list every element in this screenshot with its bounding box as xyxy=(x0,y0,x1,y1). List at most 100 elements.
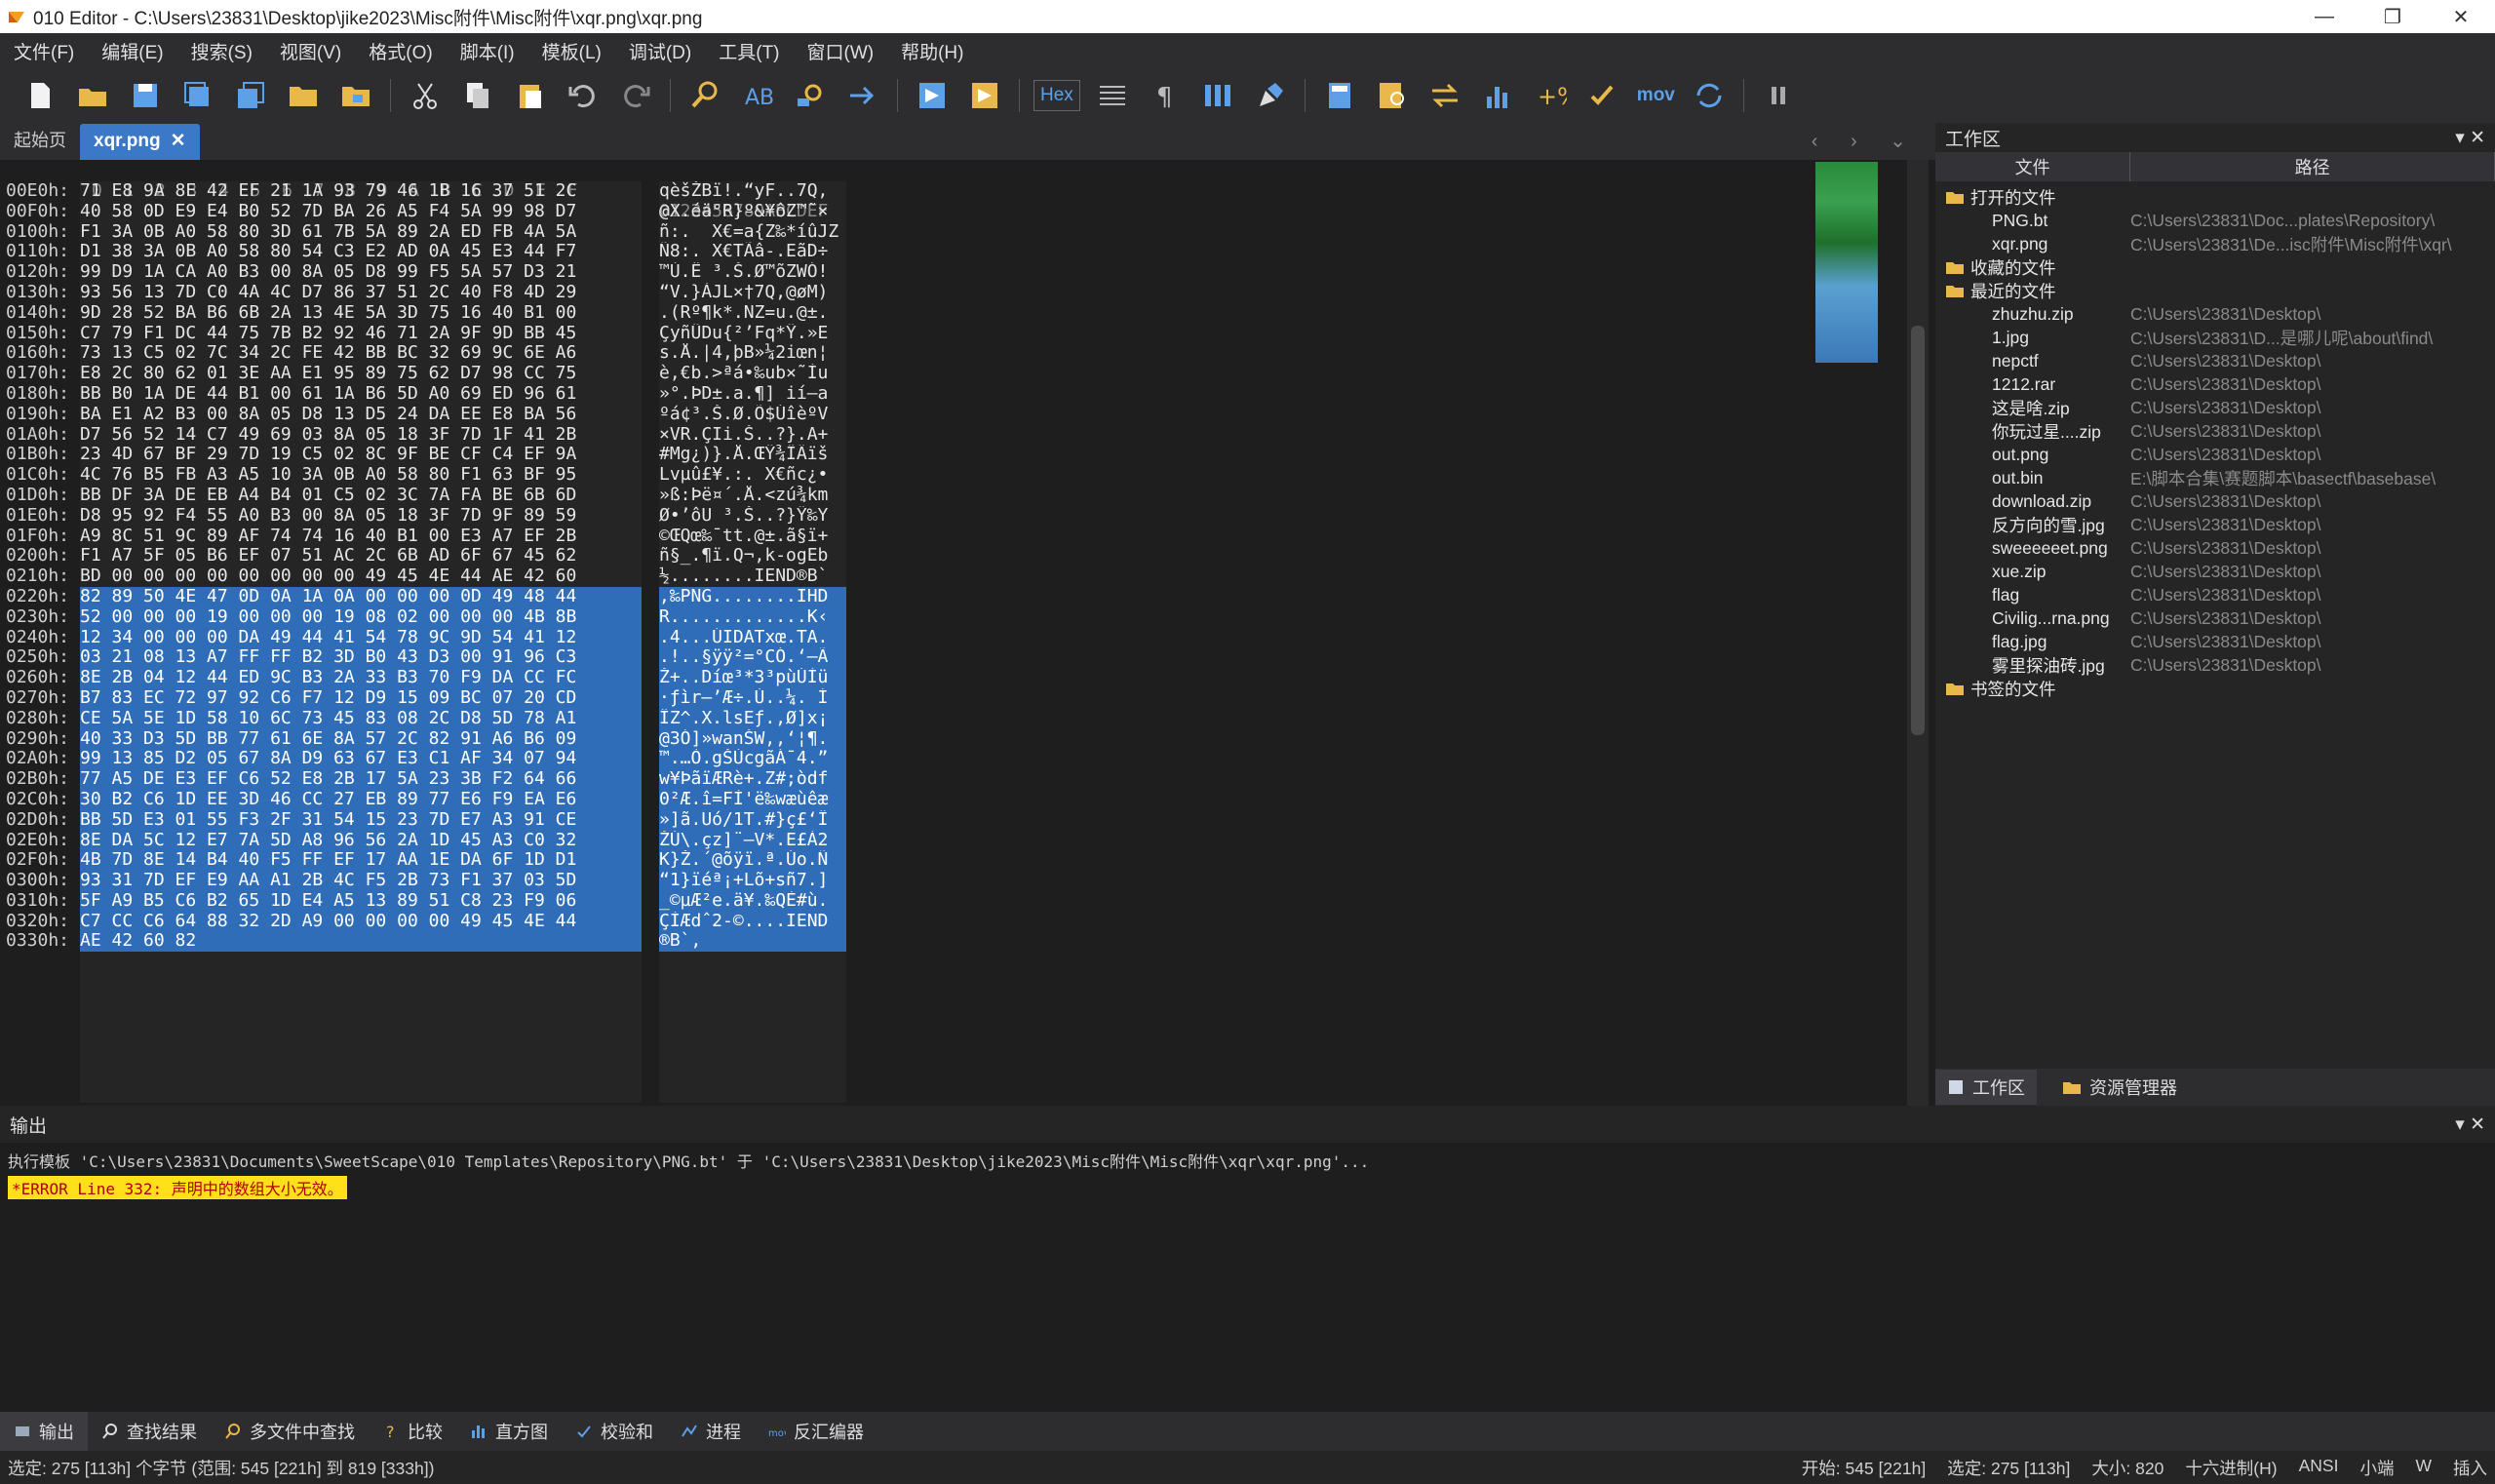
workspace-controls[interactable]: ▾ ✕ xyxy=(2455,127,2485,149)
workspace-file-item[interactable]: sweeeeeet.png C:\Users\23831\Desktop\ xyxy=(1935,536,2495,560)
row-hex-bytes[interactable]: 71 E8 9A 8E 42 EF 21 1A 93 79 46 1B 16 3… xyxy=(80,180,642,202)
minimize-button[interactable]: — xyxy=(2290,0,2359,33)
save-all-icon[interactable] xyxy=(231,76,270,115)
row-ascii[interactable]: Ñ8:. X€TÃâ-.EãD÷ xyxy=(659,242,846,262)
row-ascii[interactable]: ™Ù.Ê ³.Š.Ø™õZWÓ! xyxy=(659,262,846,283)
row-ascii[interactable]: .4...ÚIDATxœ.TA. xyxy=(659,627,846,648)
row-ascii[interactable]: #Mg¿)}.Å.ŒŸ¾ÏÄïš xyxy=(659,445,846,465)
tab-workspace[interactable]: 工作区 xyxy=(1935,1070,2037,1105)
menu-tools[interactable]: 工具(T) xyxy=(705,38,793,64)
row-ascii[interactable]: ½........IEND®B` xyxy=(659,566,846,587)
row-hex-bytes[interactable]: BB 5D E3 01 55 F3 2F 31 54 15 23 7D E7 A… xyxy=(80,809,642,831)
replace-icon[interactable]: AB xyxy=(738,76,777,115)
menu-window[interactable]: 窗口(W) xyxy=(794,38,888,64)
row-ascii[interactable]: s.Å.|4,þB»¼2iœn¦ xyxy=(659,343,846,364)
tab-start-page[interactable]: 起始页 xyxy=(0,127,80,160)
row-hex-bytes[interactable]: E8 2C 80 62 01 3E AA E1 95 89 75 62 D7 9… xyxy=(80,363,642,384)
workspace-file-item[interactable]: xue.zip C:\Users\23831\Desktop\ xyxy=(1935,560,2495,583)
workspace-file-item[interactable]: Civilig...rna.png C:\Users\23831\Desktop\ xyxy=(1935,606,2495,630)
row-ascii[interactable]: .(Rº¶k*.NZ=u.@±. xyxy=(659,303,846,324)
row-hex-bytes[interactable]: F1 A7 5F 05 B6 EF 07 51 AC 2C 6B AD 6F 6… xyxy=(80,546,642,566)
run-script-icon[interactable] xyxy=(913,76,952,115)
tab-histogram[interactable]: 直方图 xyxy=(456,1419,562,1444)
row-hex-bytes[interactable]: D8 95 92 F4 55 A0 B3 00 8A 05 18 3F 7D 9… xyxy=(80,505,642,527)
row-hex-bytes[interactable]: D1 38 3A 0B A0 58 80 54 C3 E2 AD 0A 45 E… xyxy=(80,242,642,262)
row-ascii[interactable]: ñ§_.¶ï.Q¬,k-ogEb xyxy=(659,546,846,566)
row-hex-bytes[interactable]: 77 A5 DE E3 EF C6 52 E8 2B 17 5A 23 3B F… xyxy=(80,768,642,790)
base-converter-icon[interactable] xyxy=(1690,76,1729,115)
row-ascii[interactable]: Ø•’ôU ³.Š..?}Ÿ‰Y xyxy=(659,506,846,527)
status-encoding[interactable]: ANSI xyxy=(2299,1456,2339,1480)
menu-help[interactable]: 帮助(H) xyxy=(887,38,977,64)
workspace-file-item[interactable]: xqr.png C:\Users\23831\De...isc附件\Misc附件\… xyxy=(1935,232,2495,255)
workspace-file-item[interactable]: download.zip C:\Users\23831\Desktop\ xyxy=(1935,489,2495,513)
hex-mode-button[interactable]: Hex xyxy=(1033,80,1080,111)
tab-explorer[interactable]: 资源管理器 xyxy=(2050,1070,2189,1105)
workspace-file-item[interactable]: zhuzhu.zip C:\Users\23831\Desktop\ xyxy=(1935,302,2495,326)
workspace-file-item[interactable]: 这是啥.zip C:\Users\23831\Desktop\ xyxy=(1935,396,2495,419)
workspace-file-item[interactable]: flag C:\Users\23831\Desktop\ xyxy=(1935,583,2495,606)
row-ascii[interactable]: K}Ž.´@õÿï.ª.Úo.Ñ xyxy=(659,850,846,872)
row-ascii[interactable]: qèšŽBï!.“yF..7Q, xyxy=(659,181,846,202)
open-folder-icon[interactable] xyxy=(73,76,112,115)
maximize-button[interactable]: ❐ xyxy=(2359,0,2427,33)
row-ascii[interactable]: ÇÌÆdˆ2-©....IEND xyxy=(659,911,846,932)
status-w[interactable]: W xyxy=(2415,1456,2432,1480)
row-hex-bytes[interactable]: 82 89 50 4E 47 0D 0A 1A 0A 00 00 00 0D 4… xyxy=(80,586,642,607)
row-hex-bytes[interactable]: BB DF 3A DE EB A4 B4 01 C5 02 3C 7A FA B… xyxy=(80,485,642,506)
menu-search[interactable]: 搜索(S) xyxy=(177,38,266,64)
find-in-files-icon[interactable] xyxy=(791,76,830,115)
row-ascii[interactable]: ®B`, xyxy=(659,931,846,953)
row-ascii[interactable]: @3Ó]»wanŠW,‚‘¦¶. xyxy=(659,728,846,750)
row-hex-bytes[interactable]: 93 31 7D EF E9 AA A1 2B 4C F5 2B 73 F1 3… xyxy=(80,870,642,891)
workspace-file-item[interactable]: flag.jpg C:\Users\23831\Desktop\ xyxy=(1935,630,2495,653)
histogram-icon[interactable] xyxy=(1478,76,1517,115)
save-icon[interactable] xyxy=(126,76,165,115)
redo-icon[interactable] xyxy=(616,76,655,115)
workspace-file-item[interactable]: PNG.bt C:\Users\23831\Doc...plates\Reposi… xyxy=(1935,209,2495,232)
percent-icon[interactable]: +% xyxy=(1531,76,1570,115)
tab-output[interactable]: 输出 xyxy=(0,1412,88,1451)
tab-checksum[interactable]: 校验和 xyxy=(562,1419,667,1444)
copy-icon[interactable] xyxy=(458,76,497,115)
tab-find-in-files[interactable]: 多文件中查找 xyxy=(211,1419,369,1444)
row-hex-bytes[interactable]: 99 13 85 D2 05 67 8A D9 63 67 E3 C1 AF 3… xyxy=(80,749,642,770)
row-hex-bytes[interactable]: C7 CC C6 64 88 32 2D A9 00 00 00 00 49 4… xyxy=(80,911,642,932)
tree-bookmarks[interactable]: 书签的文件 xyxy=(1935,677,2495,700)
row-ascii[interactable]: ñ:. X€=a{Z‰*íûJZ xyxy=(659,222,846,243)
row-ascii[interactable]: “1}ïéª¡+Lõ+sñ7.] xyxy=(659,871,846,891)
menu-edit[interactable]: 编辑(E) xyxy=(88,38,176,64)
open-folder-alt-icon[interactable] xyxy=(284,76,323,115)
new-file-icon[interactable] xyxy=(20,76,59,115)
tab-process[interactable]: 进程 xyxy=(667,1419,755,1444)
row-ascii[interactable]: ,‰PNG........IHD xyxy=(659,586,846,607)
vertical-scrollbar[interactable] xyxy=(1907,160,1929,1106)
row-ascii[interactable]: “V.}ÀJL×†7Q,@øM) xyxy=(659,283,846,303)
row-hex-bytes[interactable]: D7 56 52 14 C7 49 69 03 8A 05 18 3F 7D 1… xyxy=(80,424,642,446)
row-hex-bytes[interactable]: 73 13 C5 02 7C 34 2C FE 42 BB BC 32 69 9… xyxy=(80,343,642,364)
status-endian[interactable]: 小端 xyxy=(2359,1456,2394,1480)
row-ascii[interactable]: ŽÚ\.çz]¨–V*.E£À2 xyxy=(659,830,846,851)
row-ascii[interactable]: 0²Æ.î=FÌ'ë‰wæùêæ xyxy=(659,789,846,810)
row-hex-bytes[interactable]: 5F A9 B5 C6 B2 65 1D E4 A5 13 89 51 C8 2… xyxy=(80,890,642,912)
save-as-icon[interactable] xyxy=(178,76,217,115)
scrollbar-thumb[interactable] xyxy=(1911,326,1925,735)
output-error[interactable]: *ERROR Line 332: 声明中的数组大小无效。 xyxy=(8,1176,347,1199)
column-header-file[interactable]: 文件 xyxy=(1935,152,2131,181)
row-ascii[interactable]: @X.éä°R}º&¥ôZ™˜× xyxy=(659,202,846,222)
row-ascii[interactable]: »ß:Þë¤´.Å.<zú¾km xyxy=(659,486,846,506)
workspace-folder-icon[interactable] xyxy=(336,76,375,115)
row-hex-bytes[interactable]: BA E1 A2 B3 00 8A 05 D8 13 D5 24 DA EE E… xyxy=(80,404,642,425)
tab-compare[interactable]: ? 比较 xyxy=(369,1419,456,1444)
paste-icon[interactable] xyxy=(511,76,550,115)
columns-icon[interactable] xyxy=(1198,76,1237,115)
row-ascii[interactable]: Lvµû£¥.:. X€ñc¿• xyxy=(659,465,846,486)
minimap[interactable] xyxy=(1815,162,1878,363)
workspace-file-item[interactable]: 1212.rar C:\Users\23831\Desktop\ xyxy=(1935,372,2495,396)
row-ascii[interactable]: ºá¢³.Š.Ø.Õ$ÚîèºV xyxy=(659,405,846,425)
row-ascii[interactable]: R.............K‹ xyxy=(659,606,846,628)
row-ascii[interactable]: ÎZ^.X.lsEƒ.,Ø]x¡ xyxy=(659,708,846,729)
workspace-file-item[interactable]: 雾里探油砖.jpg C:\Users\23831\Desktop\ xyxy=(1935,653,2495,677)
workspace-tree[interactable]: 打开的文件 PNG.bt C:\Users\23831\Doc...plates\R… xyxy=(1935,181,2495,700)
row-hex-bytes[interactable]: F1 3A 0B A0 58 80 3D 61 7B 5A 89 2A ED F… xyxy=(80,221,642,243)
